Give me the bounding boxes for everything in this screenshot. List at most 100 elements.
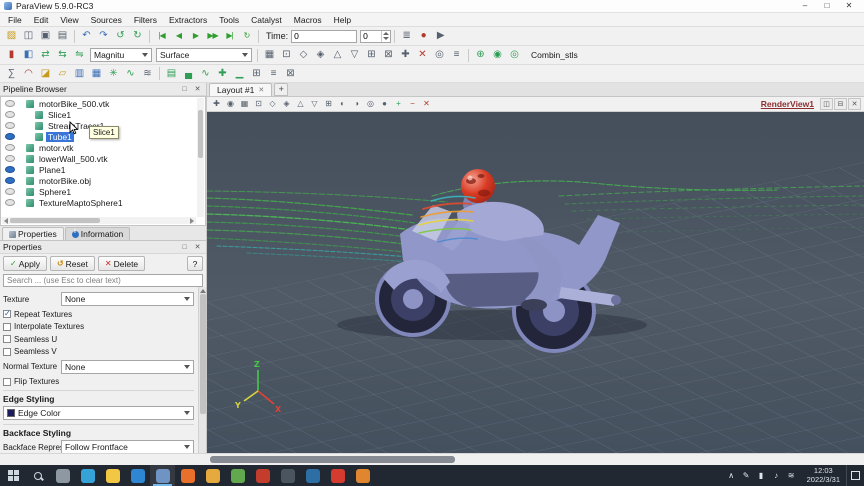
wps-icon[interactable]	[200, 465, 225, 486]
visibility-eye-icon[interactable]	[5, 144, 15, 151]
camera-undo-icon[interactable]: ↺	[112, 28, 129, 44]
clear-selection-icon[interactable]: ✕	[420, 98, 433, 111]
tray-expand-icon[interactable]: ∧	[724, 465, 739, 486]
interaction-mode-icon[interactable]: ✚	[210, 98, 223, 111]
clip-filter-icon[interactable]: ◪	[37, 66, 54, 82]
coloring-array-select[interactable]: Magnitu	[90, 48, 152, 62]
select-cells-frustum-icon[interactable]: ◇	[295, 47, 312, 63]
tab-layout-1[interactable]: Layout #1 ✕	[209, 83, 273, 96]
edit-color-map-icon[interactable]: ◧	[20, 47, 37, 63]
float-panel-icon[interactable]: □	[179, 84, 190, 94]
repeat-textures-checkbox[interactable]: Repeat Textures	[3, 309, 194, 319]
warp-filter-icon[interactable]: ≋	[139, 66, 156, 82]
seamless-v-checkbox[interactable]: Seamless V	[3, 347, 194, 356]
selection-options-icon[interactable]: ≡	[448, 47, 465, 63]
split-vertical-icon[interactable]: ⊟	[834, 98, 847, 110]
visibility-eye-icon[interactable]	[5, 122, 15, 129]
spreadsheet-view-icon[interactable]: ▤	[163, 66, 180, 82]
split-horizontal-icon[interactable]: ◫	[820, 98, 833, 110]
menu-extractors[interactable]: Extractors	[163, 14, 213, 26]
rescale-custom-range-icon[interactable]: ⇆	[54, 47, 71, 63]
play-icon[interactable]: ▶	[187, 28, 204, 44]
loop-icon[interactable]: ↻	[238, 28, 255, 44]
bottom-scrollbar[interactable]	[0, 453, 864, 465]
close-panel-icon[interactable]: ✕	[192, 242, 203, 252]
scrollbar-thumb[interactable]	[199, 294, 206, 414]
extract-selection-icon[interactable]: ⊞	[248, 66, 265, 82]
rescale-temporal-range-icon[interactable]: ⇋	[71, 47, 88, 63]
scrollbar-thumb[interactable]	[198, 110, 203, 158]
last-frame-icon[interactable]: ▶|	[221, 28, 238, 44]
python-calculator-icon[interactable]: ≡	[265, 66, 282, 82]
texture-select[interactable]: None	[61, 292, 194, 306]
pipeline-item-motorbike-obj[interactable]: motorBike.obj	[2, 175, 196, 186]
interactive-select-points-icon[interactable]: ✚	[397, 47, 414, 63]
calculator-filter-icon[interactable]: ∑	[3, 66, 20, 82]
close-panel-icon[interactable]: ✕	[192, 84, 203, 94]
grow-selection-icon[interactable]: +	[392, 98, 405, 111]
pen-icon[interactable]: ✎	[739, 465, 754, 486]
chrome-icon[interactable]	[225, 465, 250, 486]
menu-filters[interactable]: Filters	[128, 14, 163, 26]
play-test-icon[interactable]: ▶	[432, 28, 449, 44]
visibility-eye-icon[interactable]	[5, 166, 15, 173]
excel-icon[interactable]	[300, 465, 325, 486]
scroll-right-icon[interactable]	[190, 217, 194, 224]
visibility-eye-icon[interactable]	[5, 199, 15, 206]
battery-icon[interactable]: ▮	[754, 465, 769, 486]
save-data-icon[interactable]: ◫	[20, 28, 37, 44]
pipeline-horizontal-scrollbar[interactable]	[2, 217, 196, 224]
select-cells-polygon-icon[interactable]: △	[329, 47, 346, 63]
next-frame-icon[interactable]: ▶▶	[204, 28, 221, 44]
visibility-eye-icon[interactable]	[5, 177, 15, 184]
edge-icon[interactable]	[75, 465, 100, 486]
spinner-arrows-icon[interactable]	[381, 30, 390, 42]
time-value-input[interactable]	[291, 29, 358, 43]
scroll-left-icon[interactable]	[4, 217, 8, 224]
scrollbar-thumb[interactable]	[210, 456, 455, 463]
taskbar-clock[interactable]: 12:03 2022/3/31	[807, 466, 840, 484]
select-cells-on-icon[interactable]: ▦	[261, 47, 278, 63]
visibility-eye-icon[interactable]	[5, 155, 15, 162]
flip-textures-checkbox[interactable]: Flip Textures	[3, 377, 194, 386]
search-input[interactable]	[3, 274, 203, 287]
vscode-icon[interactable]	[125, 465, 150, 486]
powerpoint-icon[interactable]	[275, 465, 300, 486]
contour-filter-icon[interactable]: ◠	[20, 66, 37, 82]
interactive-select-points-icon[interactable]: ◑	[350, 98, 363, 111]
tab-information[interactable]: Information	[64, 227, 131, 240]
extract-subset-filter-icon[interactable]: ▦	[88, 66, 105, 82]
menu-edit[interactable]: Edit	[28, 14, 55, 26]
interpolate-textures-checkbox[interactable]: Interpolate Textures	[3, 322, 194, 331]
close-button[interactable]: ✕	[838, 0, 860, 12]
select-points-on-icon[interactable]: ⊡	[278, 47, 295, 63]
file-explorer-icon[interactable]	[100, 465, 125, 486]
select-frustum-cells-icon[interactable]: ◇	[266, 98, 279, 111]
taskbar-search-button[interactable]	[26, 465, 50, 486]
network-icon[interactable]: ≋	[784, 465, 799, 486]
frame-value-input[interactable]	[361, 30, 382, 42]
menu-help[interactable]: Help	[328, 14, 357, 26]
save-state-icon[interactable]: ▤	[54, 28, 71, 44]
programmable-filter-icon[interactable]: ⊠	[282, 66, 299, 82]
undo-icon[interactable]: ↶	[78, 28, 95, 44]
menu-view[interactable]: View	[54, 14, 84, 26]
camera-3d-icon[interactable]: ◉	[489, 47, 506, 63]
delete-button[interactable]: ✕ Delete	[97, 256, 146, 271]
apply-button[interactable]: ✓ Apply	[3, 256, 47, 271]
paraview-icon[interactable]	[150, 465, 175, 486]
menu-catalyst[interactable]: Catalyst	[245, 14, 288, 26]
camera-2d-icon[interactable]: ◎	[506, 47, 523, 63]
maximize-button[interactable]: □	[816, 0, 838, 12]
visibility-eye-icon[interactable]	[5, 188, 15, 195]
plot-selection-icon[interactable]: ▁	[231, 66, 248, 82]
add-layout-button[interactable]: +	[274, 83, 289, 96]
menu-tools[interactable]: Tools	[213, 14, 245, 26]
pipeline-item-lowerwall-500[interactable]: lowerWall_500.vtk	[2, 153, 196, 164]
visibility-eye-icon[interactable]	[5, 133, 15, 140]
interactive-select-cells-icon[interactable]: ⊠	[380, 47, 397, 63]
word-icon[interactable]	[250, 465, 275, 486]
hover-cells-icon[interactable]: ◎	[364, 98, 377, 111]
select-points-frustum-icon[interactable]: ◈	[312, 47, 329, 63]
pipeline-item-slice1[interactable]: Slice1	[2, 109, 196, 120]
